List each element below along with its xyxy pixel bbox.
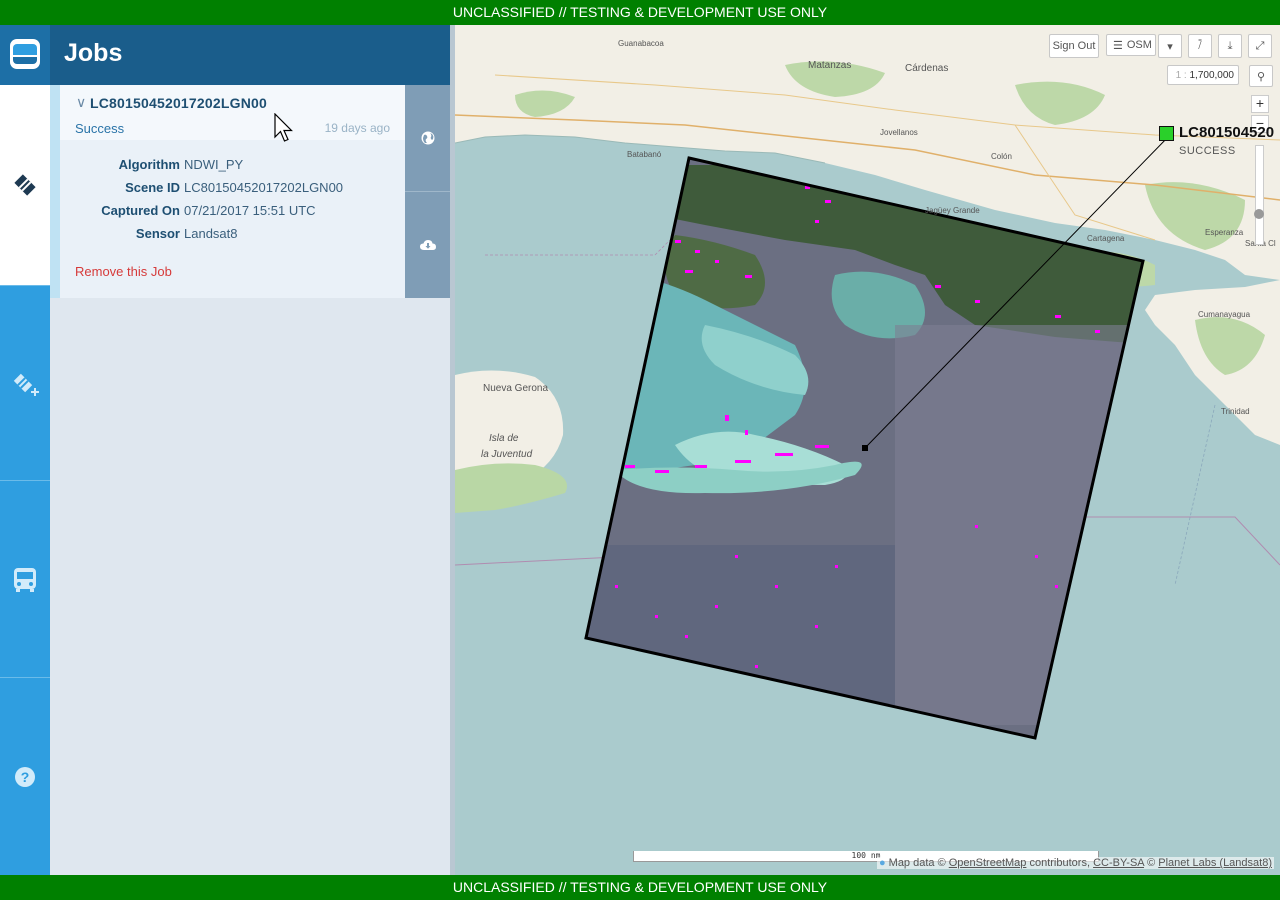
- page-title: Jobs: [64, 39, 123, 67]
- search-button[interactable]: ⚲: [1249, 65, 1273, 87]
- scale-prefix: 1 :: [1175, 70, 1187, 81]
- mouse-cursor-icon: [274, 113, 293, 142]
- basemap-select[interactable]: ☰ OSM: [1106, 34, 1156, 56]
- view-on-map-button[interactable]: [405, 85, 450, 191]
- attribution-text: Map data ©: [888, 857, 946, 869]
- place-label: Guanabacoa: [618, 39, 664, 48]
- zoom-slider-thumb[interactable]: [1254, 209, 1264, 219]
- detail-value: NDWI_PY: [184, 157, 244, 172]
- zoom-slider[interactable]: [1255, 145, 1264, 245]
- place-label: Cumanayagua: [1198, 310, 1251, 319]
- place-label: Cartagena: [1087, 234, 1125, 243]
- basemap: [455, 25, 1280, 875]
- logo-icon: [10, 39, 40, 69]
- job-status: Success: [75, 121, 125, 136]
- detail-value: Landsat8: [184, 226, 238, 241]
- map-view[interactable]: Nueva Gerona Isla de la Juventud Matanza…: [455, 25, 1280, 875]
- nav-item-help[interactable]: ?: [0, 679, 50, 875]
- detail-row-sensor: Sensor Landsat8: [60, 226, 390, 249]
- classification-banner-top: UNCLASSIFIED // TESTING & DEVELOPMENT US…: [0, 0, 1280, 25]
- detail-row-captured: Captured On 07/21/2017 15:51 UTC: [60, 203, 390, 226]
- detail-label: Scene ID: [125, 180, 180, 195]
- place-label: Esperanza: [1205, 228, 1244, 237]
- zoom-control: + −: [1251, 95, 1269, 245]
- bus-icon: [14, 567, 36, 592]
- place-label: Jovellanos: [880, 128, 918, 137]
- remove-job-link[interactable]: Remove this Job: [75, 264, 172, 279]
- planet-link[interactable]: Planet Labs (Landsat8): [1158, 857, 1272, 869]
- detail-label: Algorithm: [118, 157, 180, 172]
- search-icon: ⚲: [1256, 70, 1266, 83]
- place-label: Jagüey Grande: [925, 206, 980, 215]
- nav-item-jobs[interactable]: [0, 85, 50, 285]
- measure-button[interactable]: ⧶: [1188, 34, 1212, 58]
- job-actions: [405, 85, 450, 298]
- map-job-name: LC801504520: [1179, 124, 1275, 141]
- tracks-icon: [14, 174, 36, 196]
- detail-row-algorithm: Algorithm NDWI_PY: [60, 157, 390, 180]
- fullscreen-button[interactable]: ⤢: [1248, 34, 1272, 58]
- info-icon: ●: [878, 857, 886, 869]
- job-name: LC80150452017202LGN00: [90, 95, 267, 111]
- place-label: Isla de: [489, 433, 519, 444]
- app-logo[interactable]: [0, 25, 50, 85]
- sign-out-button[interactable]: Sign Out: [1049, 34, 1099, 58]
- download-button[interactable]: [405, 192, 450, 298]
- basemap-value: OSM: [1126, 39, 1152, 51]
- job-card-header[interactable]: ∨ LC80150452017202LGN00 Success 19 days …: [60, 85, 405, 140]
- job-marker-icon: [1159, 126, 1174, 141]
- left-nav: ?: [0, 25, 50, 875]
- detail-value: 07/21/2017 15:51 UTC: [184, 203, 316, 218]
- place-label: Batabanó: [627, 150, 662, 159]
- map-attribution: ● Map data © OpenStreetMap contributors,…: [876, 857, 1274, 869]
- detail-label: Captured On: [101, 203, 180, 218]
- job-details: Algorithm NDWI_PY Scene ID LC80150452017…: [60, 157, 390, 249]
- job-age: 19 days ago: [324, 121, 390, 135]
- place-label: Trinidad: [1221, 407, 1250, 416]
- attribution-text: contributors,: [1029, 857, 1090, 869]
- nav-item-transit[interactable]: [0, 482, 50, 677]
- place-label: Cárdenas: [905, 63, 949, 74]
- help-icon: ?: [15, 767, 35, 787]
- scale-input[interactable]: 1 : 1,700,000: [1167, 65, 1239, 85]
- svg-text:?: ?: [21, 769, 30, 785]
- scale-value: 1,700,000: [1189, 70, 1235, 81]
- basemap-dropdown-button[interactable]: ▾: [1158, 34, 1182, 58]
- map-job-status: SUCCESS: [1179, 145, 1236, 157]
- place-label: Nueva Gerona: [483, 383, 549, 394]
- download-icon: ⤓: [1227, 39, 1233, 52]
- chevron-down-icon[interactable]: ∨: [76, 94, 86, 111]
- place-label: Colón: [991, 152, 1012, 161]
- chevron-down-icon: ▾: [1167, 40, 1173, 53]
- create-job-icon: [13, 373, 39, 396]
- ruler-icon: ⧶: [1198, 39, 1202, 52]
- panel-header: Jobs: [50, 25, 450, 85]
- globe-icon: [421, 131, 434, 145]
- place-label: la Juventud: [481, 449, 533, 460]
- nav-item-create-job[interactable]: [0, 287, 50, 480]
- license-link[interactable]: CC-BY-SA: [1093, 857, 1144, 869]
- job-card: ∨ LC80150452017202LGN00 Success 19 days …: [50, 85, 450, 298]
- detail-label: Sensor: [135, 226, 180, 241]
- export-button[interactable]: ⤓: [1218, 34, 1242, 58]
- zoom-in-button[interactable]: +: [1251, 95, 1269, 113]
- detail-value: LC80150452017202LGN00: [184, 180, 344, 195]
- detail-row-scene: Scene ID LC80150452017202LGN00: [60, 180, 390, 203]
- expand-icon: ⤢: [1255, 39, 1265, 52]
- layers-icon: ☰: [1113, 39, 1123, 52]
- place-label: Matanzas: [808, 60, 852, 71]
- download-icon: [419, 240, 436, 250]
- job-status-stripe: [50, 85, 60, 298]
- jobs-panel: Jobs ∨ LC80150452017202LGN00 Success 19 …: [50, 25, 450, 875]
- osm-link[interactable]: OpenStreetMap: [949, 857, 1027, 869]
- attribution-text: ©: [1147, 857, 1156, 869]
- classification-banner-bottom: UNCLASSIFIED // TESTING & DEVELOPMENT US…: [0, 875, 1280, 900]
